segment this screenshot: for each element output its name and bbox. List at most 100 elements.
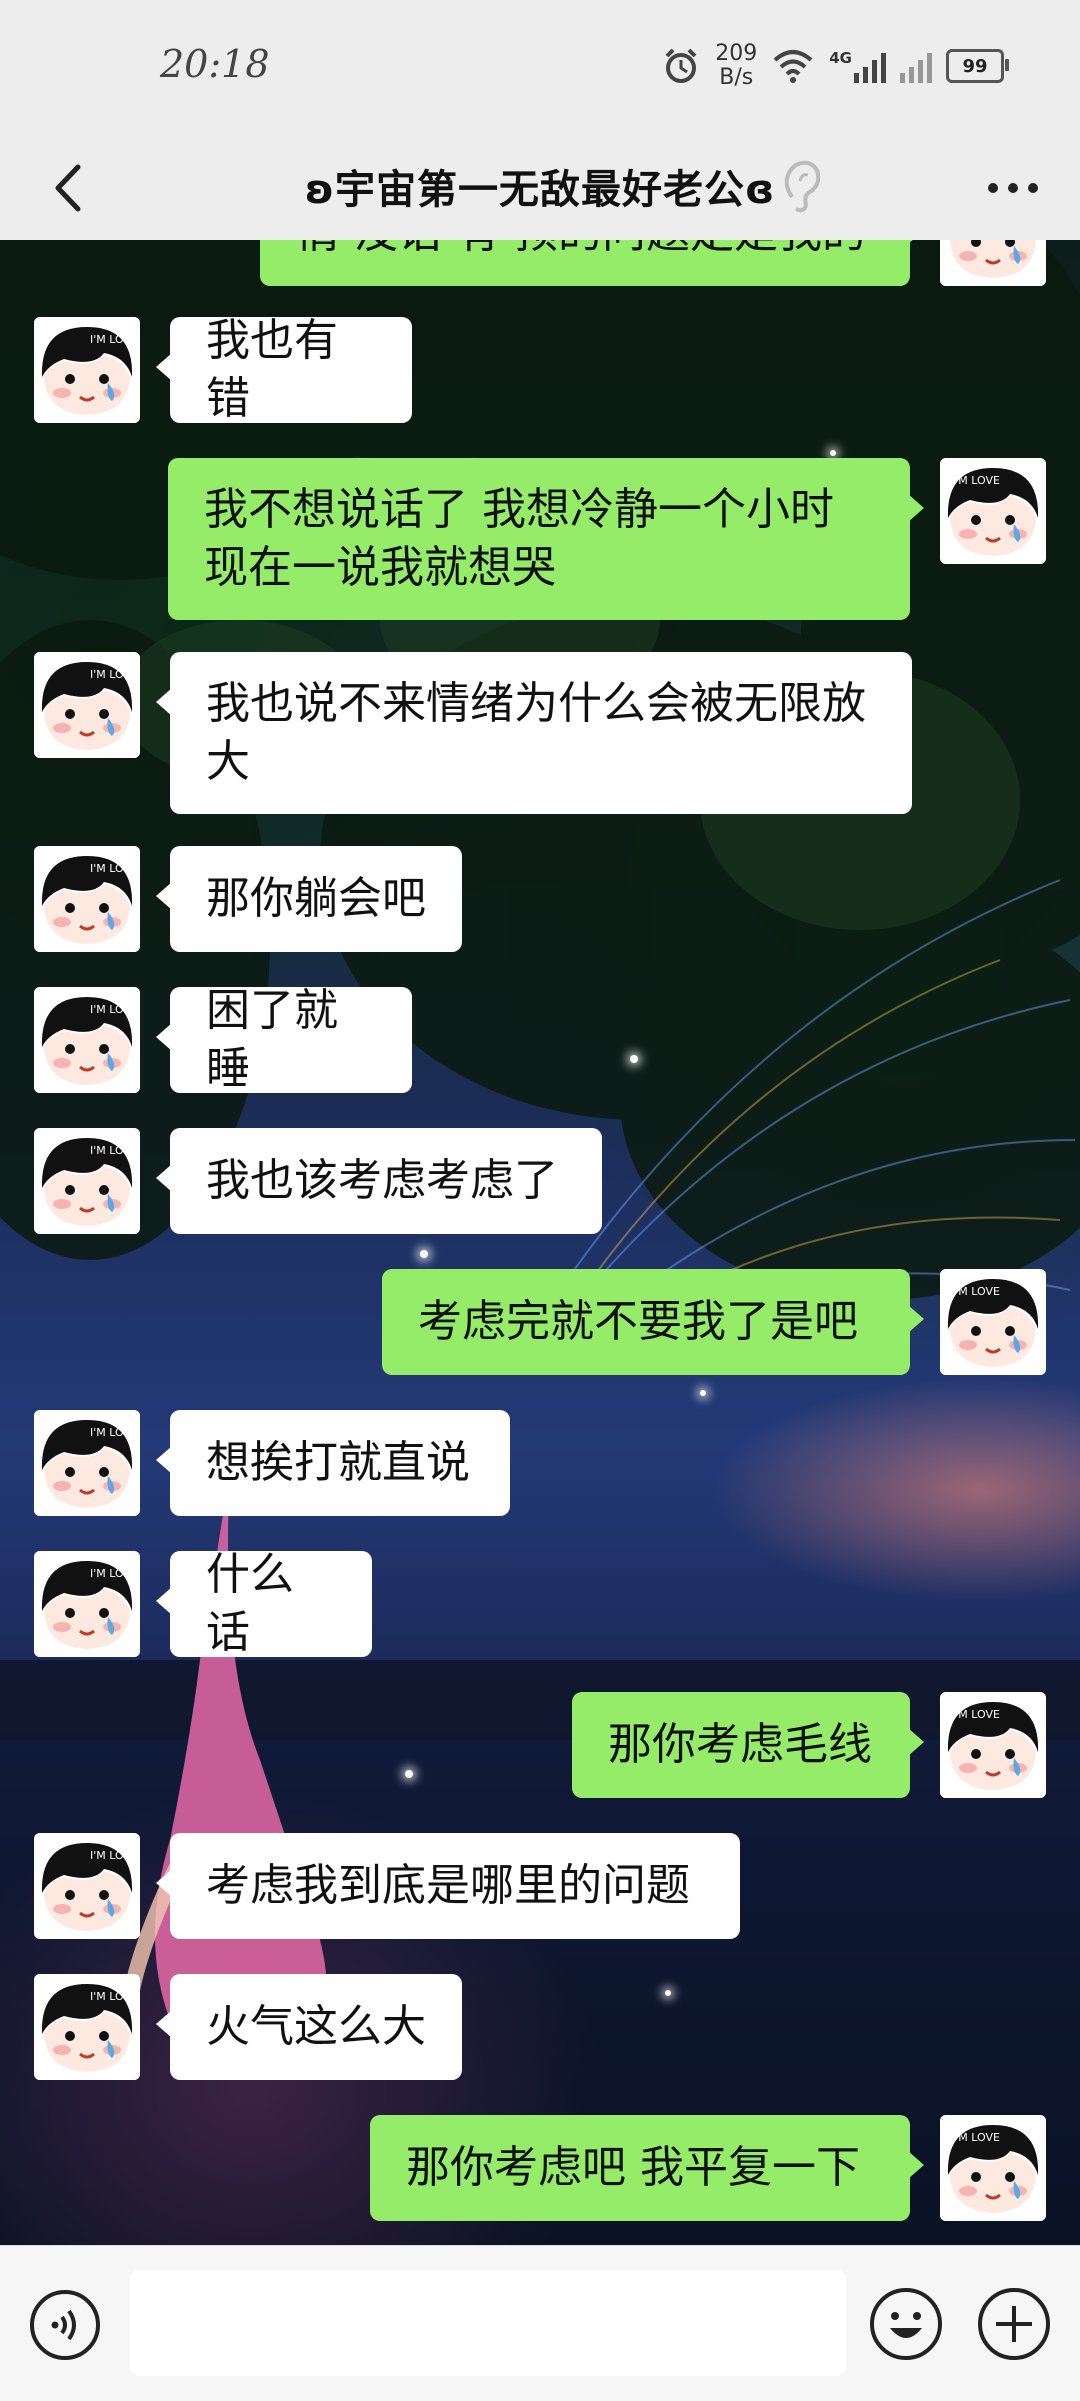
status-icons: 209 B/s 4G 99 <box>661 38 1009 94</box>
message-line: 现在一说我就想哭 <box>204 542 556 593</box>
message-line: 我也有错 <box>206 315 338 424</box>
svg-text:I'M LOVE: I'M LOVE <box>90 1849 138 1862</box>
svg-text:I'M LOVE: I'M LOVE <box>90 1003 138 1016</box>
chat-header: ʚ宇宙第一无敌最好老公ɞ <box>0 135 1080 240</box>
contact-avatar[interactable]: I'M LOVE <box>34 317 140 423</box>
my-avatar[interactable]: I'M LOVE <box>940 1692 1046 1798</box>
outgoing-message-bubble[interactable]: 情 没话 有 预的问题走是我的 <box>260 240 924 286</box>
battery-icon: 99 <box>946 49 1009 83</box>
incoming-message-bubble[interactable]: 考虑我到底是哪里的问题 <box>156 1833 740 1939</box>
incoming-message-bubble[interactable]: 我也说不来情绪为什么会被无限放大 <box>156 652 912 814</box>
message-line: 我也该考虑考虑了 <box>206 1155 558 1206</box>
contact-avatar[interactable]: I'M LOVE <box>34 846 140 952</box>
message-row: I'M LOVE 困了就睡 <box>0 985 1080 1094</box>
outgoing-message-bubble[interactable]: 那你考虑毛线 <box>572 1692 924 1798</box>
voice-icon[interactable] <box>28 2288 102 2362</box>
message-line: 想挨打就直说 <box>206 1437 470 1488</box>
message-row: I'M LOVE 考虑完就不要我了是吧 <box>0 1269 1080 1375</box>
network-speed: 209 B/s <box>715 42 757 90</box>
contact-avatar[interactable]: I'M LOVE <box>34 1410 140 1516</box>
message-row: I'M LOVE 我也说不来情绪为什么会被无限放大 <box>0 652 1080 814</box>
message-text: 考虑完就不要我了是吧 <box>418 1293 858 1351</box>
speed-value: 209 <box>715 41 758 66</box>
incoming-message-bubble[interactable]: 困了就睡 <box>156 985 412 1094</box>
status-time: 20:18 <box>160 42 270 86</box>
contact-avatar[interactable]: I'M LOVE <box>34 987 140 1093</box>
message-line: 那你考虑吧 我平复一下 <box>406 2142 860 2193</box>
message-line: 困了就睡 <box>206 985 338 1094</box>
chevron-left-icon[interactable] <box>36 153 106 223</box>
more-icon[interactable] <box>978 161 1048 215</box>
chat-area[interactable]: I'M LOVE 情 没话 有 预的问题走是我的 I'M LOVE 我也有错 I… <box>0 240 1080 2245</box>
message-line: 情 没话 有 预的问题走是我的 <box>296 240 866 262</box>
ear-icon <box>784 160 821 213</box>
signal-bars-2-icon <box>900 49 932 83</box>
message-line: 我不想说话了 我想冷静一个小时 <box>204 484 834 535</box>
message-text: 我也说不来情绪为什么会被无限放大 <box>206 675 866 791</box>
message-text: 情 没话 有 预的问题走是我的 <box>296 240 866 262</box>
signal-bars-icon <box>854 49 886 83</box>
chat-title[interactable]: ʚ宇宙第一无敌最好老公ɞ <box>220 157 860 215</box>
cell-signal-1: 4G <box>829 49 886 83</box>
my-avatar[interactable]: I'M LOVE <box>940 2115 1046 2221</box>
message-text: 想挨打就直说 <box>206 1434 470 1492</box>
outgoing-message-bubble[interactable]: 考虑完就不要我了是吧 <box>382 1269 924 1375</box>
message-line: 考虑我到底是哪里的问题 <box>206 1860 690 1911</box>
message-text: 什么话 <box>206 1546 336 1662</box>
message-row: I'M LOVE 我也有错 <box>0 315 1080 424</box>
incoming-message-bubble[interactable]: 我也有错 <box>156 315 412 424</box>
message-text: 考虑我到底是哪里的问题 <box>206 1857 690 1915</box>
svg-text:I'M LOVE: I'M LOVE <box>90 668 138 681</box>
message-text: 火气这么大 <box>206 1998 426 2056</box>
svg-text:I'M LOVE: I'M LOVE <box>952 1708 1000 1721</box>
message-row: I'M LOVE 我也该考虑考虑了 <box>0 1128 1080 1234</box>
incoming-message-bubble[interactable]: 想挨打就直说 <box>156 1410 510 1516</box>
emoji-icon[interactable] <box>868 2286 944 2362</box>
svg-text:I'M LOVE: I'M LOVE <box>952 474 1000 487</box>
status-bar: 20:18 209 B/s 4G 99 <box>0 0 1080 135</box>
outgoing-message-bubble[interactable]: 我不想说话了 我想冷静一个小时 现在一说我就想哭 <box>168 458 924 620</box>
message-row: I'M LOVE 那你躺会吧 <box>0 846 1080 952</box>
my-avatar[interactable]: I'M LOVE <box>940 240 1046 286</box>
message-row: I'M LOVE 我不想说话了 我想冷静一个小时 现在一说我就想哭 <box>0 458 1080 620</box>
contact-avatar[interactable]: I'M LOVE <box>34 1974 140 2080</box>
message-row: I'M LOVE 想挨打就直说 <box>0 1410 1080 1516</box>
message-row: I'M LOVE 考虑我到底是哪里的问题 <box>0 1833 1080 1939</box>
message-line: 什么话 <box>206 1549 294 1658</box>
message-text: 我也该考虑考虑了 <box>206 1152 558 1210</box>
message-line: 那你考虑毛线 <box>608 1719 872 1770</box>
message-text: 我也有错 <box>206 312 376 428</box>
contact-avatar[interactable]: I'M LOVE <box>34 1128 140 1234</box>
incoming-message-bubble[interactable]: 我也该考虑考虑了 <box>156 1128 602 1234</box>
battery-level: 99 <box>962 55 988 77</box>
incoming-message-bubble[interactable]: 那你躺会吧 <box>156 846 462 952</box>
contact-avatar[interactable]: I'M LOVE <box>34 652 140 758</box>
my-avatar[interactable]: I'M LOVE <box>940 1269 1046 1375</box>
message-text: 那你考虑毛线 <box>608 1716 872 1774</box>
outgoing-message-bubble[interactable]: 那你考虑吧 我平复一下 <box>370 2115 924 2221</box>
svg-text:I'M LOVE: I'M LOVE <box>90 862 138 875</box>
svg-text:I'M LOVE: I'M LOVE <box>90 1990 138 2003</box>
contact-avatar[interactable]: I'M LOVE <box>34 1833 140 1939</box>
message-line: 火气这么大 <box>206 2001 426 2052</box>
contact-avatar[interactable]: I'M LOVE <box>34 1551 140 1657</box>
incoming-message-bubble[interactable]: 什么话 <box>156 1549 372 1658</box>
message-line: 考虑完就不要我了是吧 <box>418 1296 858 1347</box>
svg-text:I'M LOVE: I'M LOVE <box>90 333 138 346</box>
my-avatar[interactable]: I'M LOVE <box>940 458 1046 564</box>
network-type: 4G <box>829 49 852 67</box>
wifi-icon <box>773 50 813 83</box>
svg-text:I'M LOVE: I'M LOVE <box>90 1426 138 1439</box>
message-row: I'M LOVE 那你考虑毛线 <box>0 1692 1080 1798</box>
incoming-message-bubble[interactable]: 火气这么大 <box>156 1974 462 2080</box>
message-text: 我不想说话了 我想冷静一个小时 现在一说我就想哭 <box>204 481 834 597</box>
message-text: 那你躺会吧 <box>206 870 426 928</box>
plus-icon[interactable] <box>976 2286 1052 2362</box>
svg-text:I'M LOVE: I'M LOVE <box>90 1144 138 1157</box>
speed-unit: B/s <box>719 65 754 90</box>
input-bar <box>0 2245 1080 2401</box>
message-row: I'M LOVE 火气这么大 <box>0 1974 1080 2080</box>
svg-text:I'M LOVE: I'M LOVE <box>952 1285 1000 1298</box>
message-input[interactable] <box>130 2270 846 2376</box>
message-row: I'M LOVE 情 没话 有 预的问题走是我的 <box>0 240 1080 286</box>
